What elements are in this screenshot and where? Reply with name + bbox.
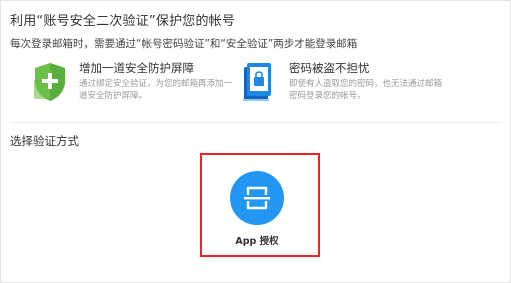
feature-description: 通过绑定安全验证，为您的邮箱再添加一 道安全防护屏障。 bbox=[79, 78, 232, 102]
section-divider bbox=[10, 122, 502, 123]
page-title: 利用“账号安全二次验证”保护您的帐号 bbox=[10, 14, 236, 29]
scan-icon bbox=[230, 171, 284, 225]
shield-plus-icon bbox=[31, 61, 69, 107]
page-subtitle: 每次登录邮箱时，需要通过“帐号密码验证”和“安全验证”两步才能登录邮箱 bbox=[10, 38, 358, 50]
feature-extra-protection: 增加一道安全防护屏障 通过绑定安全验证，为您的邮箱再添加一 道安全防护屏障。 bbox=[31, 59, 241, 114]
security-panel: 利用“账号安全二次验证”保护您的帐号 每次登录邮箱时，需要通过“帐号密码验证”和… bbox=[0, 0, 511, 283]
app-authorization-option[interactable]: App 授权 bbox=[200, 153, 320, 257]
feature-description: 即使有人盗取您的密码，也无法通过邮箱 密码登录您的帐号。 bbox=[289, 78, 442, 102]
feature-description-line: 即使有人盗取您的密码，也无法通过邮箱 bbox=[289, 79, 443, 89]
app-authorization-label: App 授权 bbox=[235, 236, 279, 247]
feature-title: 密码被盗不担忧 bbox=[289, 61, 370, 75]
feature-description-line: 密码登录您的帐号。 bbox=[289, 91, 366, 101]
feature-description-line: 道安全防护屏障。 bbox=[79, 91, 148, 101]
feature-description-line: 通过绑定安全验证，为您的邮箱再添加一 bbox=[79, 79, 233, 89]
feature-password-safe: 密码被盗不担忧 即使有人盗取您的密码，也无法通过邮箱 密码登录您的帐号。 bbox=[237, 59, 487, 114]
phone-lock-icon bbox=[237, 61, 277, 107]
feature-title: 增加一道安全防护屏障 bbox=[79, 61, 194, 75]
verification-section-label: 选择验证方式 bbox=[10, 134, 79, 148]
